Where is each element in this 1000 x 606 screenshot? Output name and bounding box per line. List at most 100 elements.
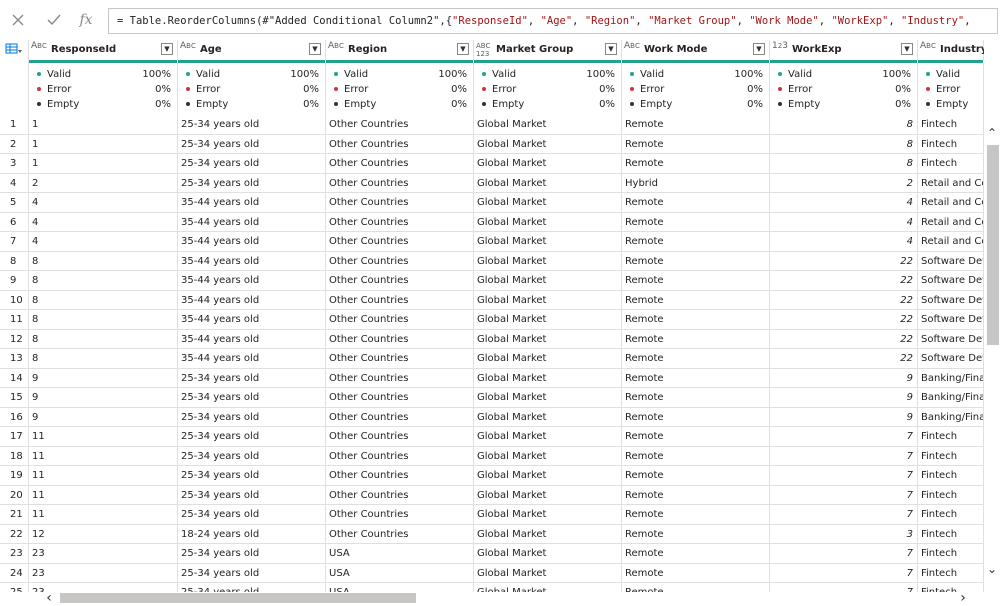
row-number[interactable]: 1 <box>0 115 29 135</box>
table-row[interactable]: 20 11 25-34 years old Other Countries Global… <box>0 485 984 505</box>
cell-work-mode[interactable]: Remote <box>622 544 770 564</box>
cell-responseid[interactable]: 11 <box>29 485 178 505</box>
column-header-age[interactable]: ABC Age ▼ <box>178 40 326 60</box>
row-number[interactable]: 13 <box>0 349 29 369</box>
cell-responseid[interactable]: 11 <box>29 505 178 525</box>
cell-work-mode[interactable]: Remote <box>622 310 770 330</box>
cell-age[interactable]: 25-34 years old <box>178 154 326 174</box>
vertical-scroll-thumb[interactable] <box>987 145 999 345</box>
cell-region[interactable]: Other Countries <box>326 271 474 291</box>
filter-dropdown-icon[interactable]: ▼ <box>309 43 321 55</box>
function-icon[interactable]: fx <box>76 10 96 30</box>
cell-workexp[interactable]: 2 <box>770 173 918 193</box>
cell-market-group[interactable]: Global Market <box>474 388 622 408</box>
table-row[interactable]: 9 8 35-44 years old Other Countries Global M… <box>0 271 984 291</box>
cell-workexp[interactable]: 3 <box>770 524 918 544</box>
cell-age[interactable]: 35-44 years old <box>178 193 326 213</box>
cell-market-group[interactable]: Global Market <box>474 563 622 583</box>
scroll-left-icon[interactable]: ‹ <box>42 591 56 605</box>
filter-dropdown-icon[interactable]: ▼ <box>753 43 765 55</box>
cell-industry[interactable]: Retail and Co <box>918 173 984 193</box>
cell-age[interactable]: 25-34 years old <box>178 563 326 583</box>
cell-region[interactable]: Other Countries <box>326 290 474 310</box>
cell-workexp[interactable]: 7 <box>770 544 918 564</box>
cell-workexp[interactable]: 4 <box>770 193 918 213</box>
cell-work-mode[interactable]: Remote <box>622 290 770 310</box>
cell-work-mode[interactable]: Remote <box>622 232 770 252</box>
cell-region[interactable]: Other Countries <box>326 154 474 174</box>
cell-region[interactable]: Other Countries <box>326 466 474 486</box>
cell-work-mode[interactable]: Remote <box>622 446 770 466</box>
row-number[interactable]: 25 <box>0 583 29 592</box>
cell-region[interactable]: Other Countries <box>326 505 474 525</box>
cell-market-group[interactable]: Global Market <box>474 212 622 232</box>
cell-responseid[interactable]: 11 <box>29 466 178 486</box>
cell-workexp[interactable]: 22 <box>770 271 918 291</box>
cell-workexp[interactable]: 7 <box>770 427 918 447</box>
cell-region[interactable]: Other Countries <box>326 212 474 232</box>
cell-market-group[interactable]: Global Market <box>474 193 622 213</box>
column-header-work-mode[interactable]: ABC Work Mode ▼ <box>622 40 770 60</box>
cell-market-group[interactable]: Global Market <box>474 154 622 174</box>
cell-industry[interactable]: Fintech <box>918 524 984 544</box>
table-row[interactable]: 17 11 25-34 years old Other Countries Global… <box>0 427 984 447</box>
row-number[interactable]: 19 <box>0 466 29 486</box>
cell-responseid[interactable]: 1 <box>29 154 178 174</box>
row-number[interactable]: 5 <box>0 193 29 213</box>
cell-industry[interactable]: Software Dev <box>918 329 984 349</box>
row-number[interactable]: 6 <box>0 212 29 232</box>
table-row[interactable]: 11 8 35-44 years old Other Countries Global … <box>0 310 984 330</box>
cell-market-group[interactable]: Global Market <box>474 485 622 505</box>
cell-responseid[interactable]: 9 <box>29 407 178 427</box>
cell-industry[interactable]: Retail and Co <box>918 232 984 252</box>
cell-industry[interactable]: Fintech <box>918 505 984 525</box>
column-type-icon[interactable]: ABC <box>31 42 49 58</box>
cell-responseid[interactable]: 9 <box>29 388 178 408</box>
horizontal-scroll-thumb[interactable] <box>60 593 416 603</box>
cell-responseid[interactable]: 8 <box>29 290 178 310</box>
row-number[interactable]: 20 <box>0 485 29 505</box>
cell-market-group[interactable]: Global Market <box>474 466 622 486</box>
column-type-icon[interactable]: ABC <box>920 42 938 58</box>
cell-region[interactable]: USA <box>326 544 474 564</box>
row-number[interactable]: 8 <box>0 251 29 271</box>
cell-age[interactable]: 35-44 years old <box>178 271 326 291</box>
cell-region[interactable]: USA <box>326 563 474 583</box>
table-row[interactable]: 13 8 35-44 years old Other Countries Global … <box>0 349 984 369</box>
cell-responseid[interactable]: 8 <box>29 329 178 349</box>
cell-age[interactable]: 25-34 years old <box>178 446 326 466</box>
cell-industry[interactable]: Software Dev <box>918 310 984 330</box>
cell-age[interactable]: 35-44 years old <box>178 232 326 252</box>
cell-workexp[interactable]: 22 <box>770 329 918 349</box>
cell-market-group[interactable]: Global Market <box>474 427 622 447</box>
row-number[interactable]: 18 <box>0 446 29 466</box>
cell-age[interactable]: 25-34 years old <box>178 407 326 427</box>
table-row[interactable]: 23 23 25-34 years old USA Global Market Remot… <box>0 544 984 564</box>
cell-industry[interactable]: Fintech <box>918 154 984 174</box>
table-row[interactable]: 22 12 18-24 years old Other Countries Global… <box>0 524 984 544</box>
cell-industry[interactable]: Fintech <box>918 544 984 564</box>
cell-work-mode[interactable]: Remote <box>622 212 770 232</box>
cell-workexp[interactable]: 9 <box>770 368 918 388</box>
cell-region[interactable]: Other Countries <box>326 173 474 193</box>
cell-market-group[interactable]: Global Market <box>474 310 622 330</box>
cell-work-mode[interactable]: Remote <box>622 154 770 174</box>
cell-age[interactable]: 35-44 years old <box>178 290 326 310</box>
cell-region[interactable]: Other Countries <box>326 349 474 369</box>
cell-market-group[interactable]: Global Market <box>474 290 622 310</box>
cell-responseid[interactable]: 11 <box>29 427 178 447</box>
cell-workexp[interactable]: 7 <box>770 505 918 525</box>
vertical-scrollbar[interactable]: ⌃ ⌄ <box>984 115 1000 592</box>
cell-work-mode[interactable]: Remote <box>622 407 770 427</box>
row-number[interactable]: 23 <box>0 544 29 564</box>
cell-workexp[interactable]: 4 <box>770 232 918 252</box>
cell-responseid[interactable]: 2 <box>29 173 178 193</box>
cell-age[interactable]: 25-34 years old <box>178 544 326 564</box>
cell-work-mode[interactable]: Remote <box>622 505 770 525</box>
cell-age[interactable]: 25-34 years old <box>178 505 326 525</box>
table-row[interactable]: 12 8 35-44 years old Other Countries Global … <box>0 329 984 349</box>
cell-workexp[interactable]: 7 <box>770 466 918 486</box>
cell-work-mode[interactable]: Remote <box>622 271 770 291</box>
cell-workexp[interactable]: 8 <box>770 134 918 154</box>
table-row[interactable]: 3 1 25-34 years old Other Countries Global M… <box>0 154 984 174</box>
